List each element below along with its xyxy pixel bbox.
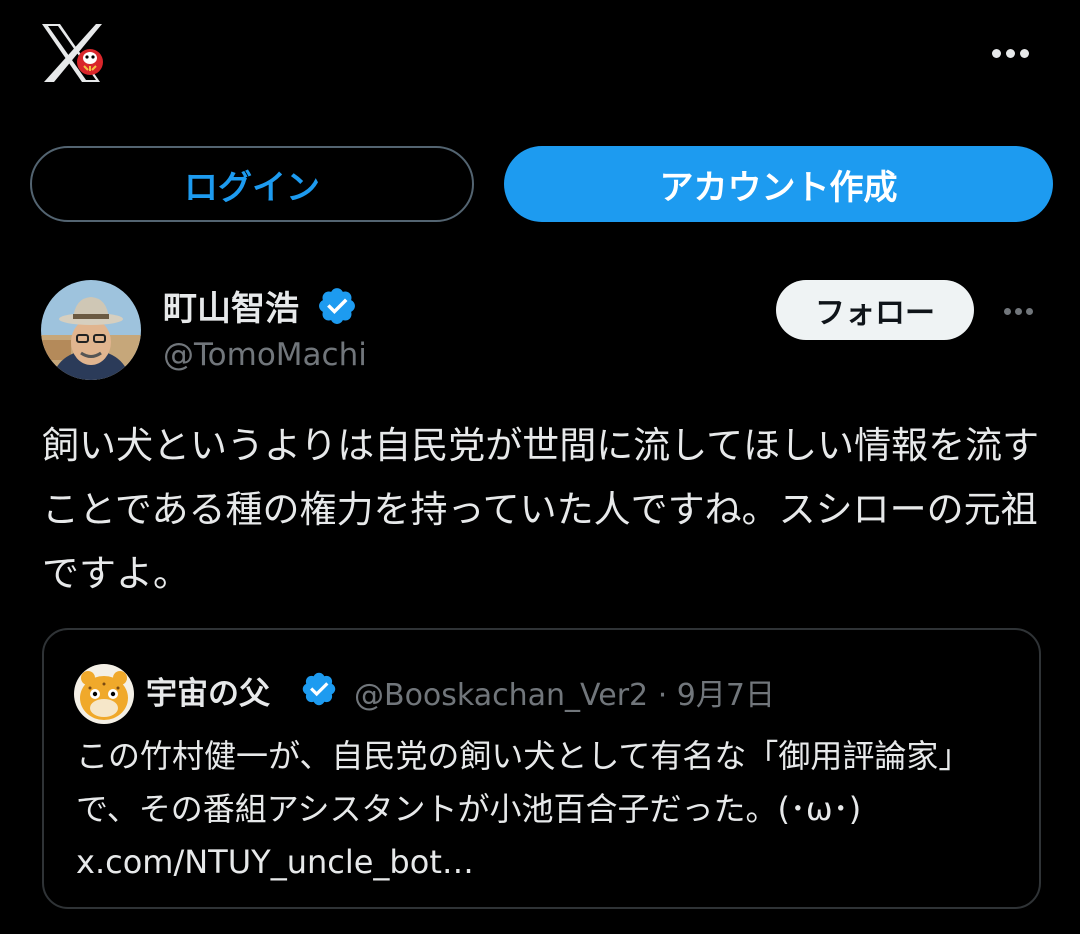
quote-author-name[interactable]: 宇宙の父 — [146, 668, 270, 713]
create-account-button[interactable]: アカウント作成 — [504, 146, 1053, 222]
quote-meta: @Booskachan_Ver2 · 9月7日 — [354, 670, 775, 714]
quote-author-handle[interactable]: @Booskachan_Ver2 — [354, 678, 648, 713]
quote-date[interactable]: 9月7日 — [677, 678, 775, 713]
x-logo-icon[interactable] — [40, 22, 106, 84]
login-button[interactable]: ログイン — [30, 146, 474, 222]
author-name[interactable]: 町山智浩 — [163, 281, 299, 330]
tweet-more-icon[interactable] — [996, 296, 1040, 326]
quote-text: この竹村健一が、自民党の飼い犬として有名な「御用評論家」で、その番組アシスタント… — [76, 737, 971, 881]
quote-verified-badge-icon — [300, 670, 338, 708]
top-bar — [0, 0, 1080, 110]
avatar[interactable] — [41, 280, 141, 380]
author-handle[interactable]: @TomoMachi — [163, 337, 367, 373]
quote-avatar[interactable] — [74, 664, 134, 724]
more-options-icon[interactable] — [986, 34, 1034, 72]
tweet-text: 飼い犬というよりは自民党が世間に流してほしい情報を流すことである種の権力を持って… — [42, 424, 1040, 595]
follow-button[interactable]: フォロー — [776, 280, 974, 340]
verified-badge-icon[interactable] — [316, 285, 358, 327]
meta-separator: · — [657, 678, 668, 713]
quoted-tweet[interactable]: 宇宙の父 @Booskachan_Ver2 · 9月7日 この竹村健一が、自民党… — [42, 628, 1041, 909]
